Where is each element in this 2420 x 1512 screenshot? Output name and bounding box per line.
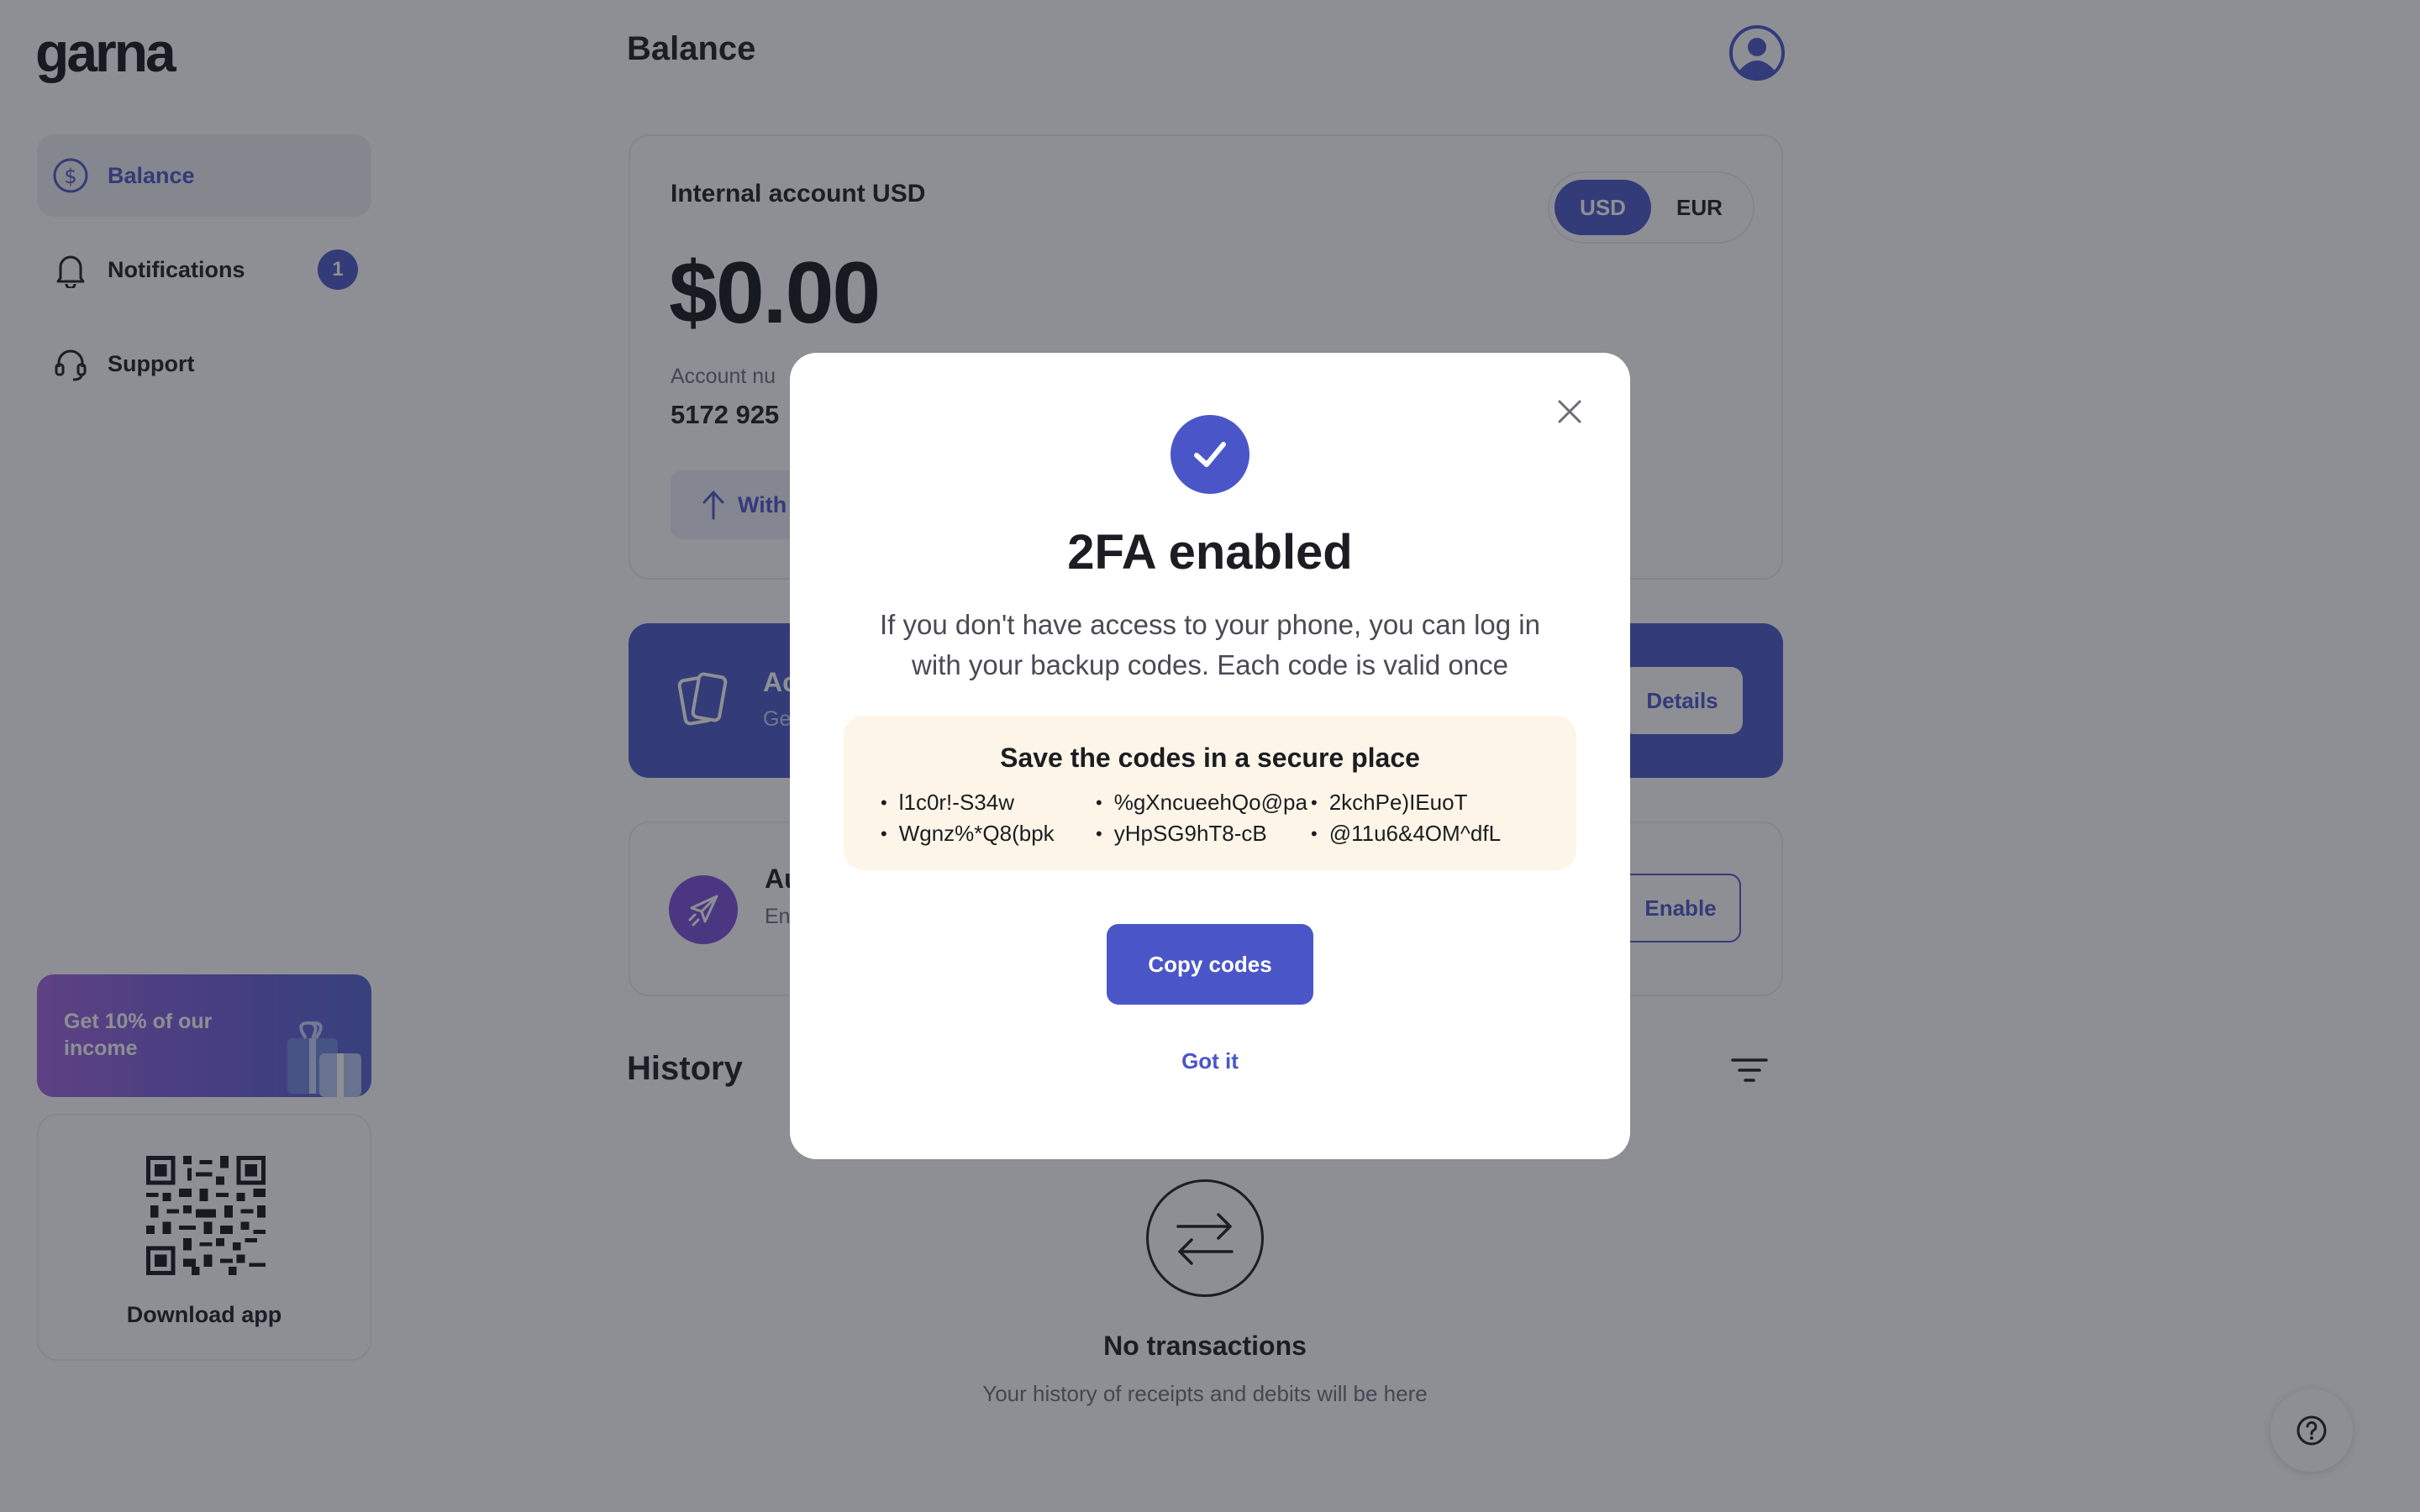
app-root: garna $ Balance Notifications 1 Support … [0,0,2420,1512]
backup-code: Wgnz%*Q8(bpk [881,821,1096,847]
backup-code: @11u6&4OM^dfL [1311,821,1526,847]
twofa-enabled-modal: 2FA enabled If you don't have access to … [790,353,1630,1159]
modal-title: 2FA enabled [1067,525,1353,580]
copy-codes-button[interactable]: Copy codes [1107,924,1313,1005]
modal-description: If you don't have access to your phone, … [880,609,1540,680]
got-it-button[interactable]: Got it [1126,1048,1294,1074]
backup-code: l1c0r!-S34w [881,790,1096,816]
check-icon [1171,415,1249,494]
backup-codes-box: Save the codes in a secure place l1c0r!-… [844,716,1576,870]
backup-code: 2kchPe)IEuoT [1311,790,1526,816]
backup-code: yHpSG9hT8-cB [1096,821,1311,847]
codes-title: Save the codes in a secure place [1000,743,1420,773]
backup-codes-list: l1c0r!-S34w %gXncueehQo@pa 2kchPe)IEuoT … [881,790,1553,847]
close-icon[interactable] [1551,393,1588,430]
backup-code: %gXncueehQo@pa [1096,790,1311,816]
